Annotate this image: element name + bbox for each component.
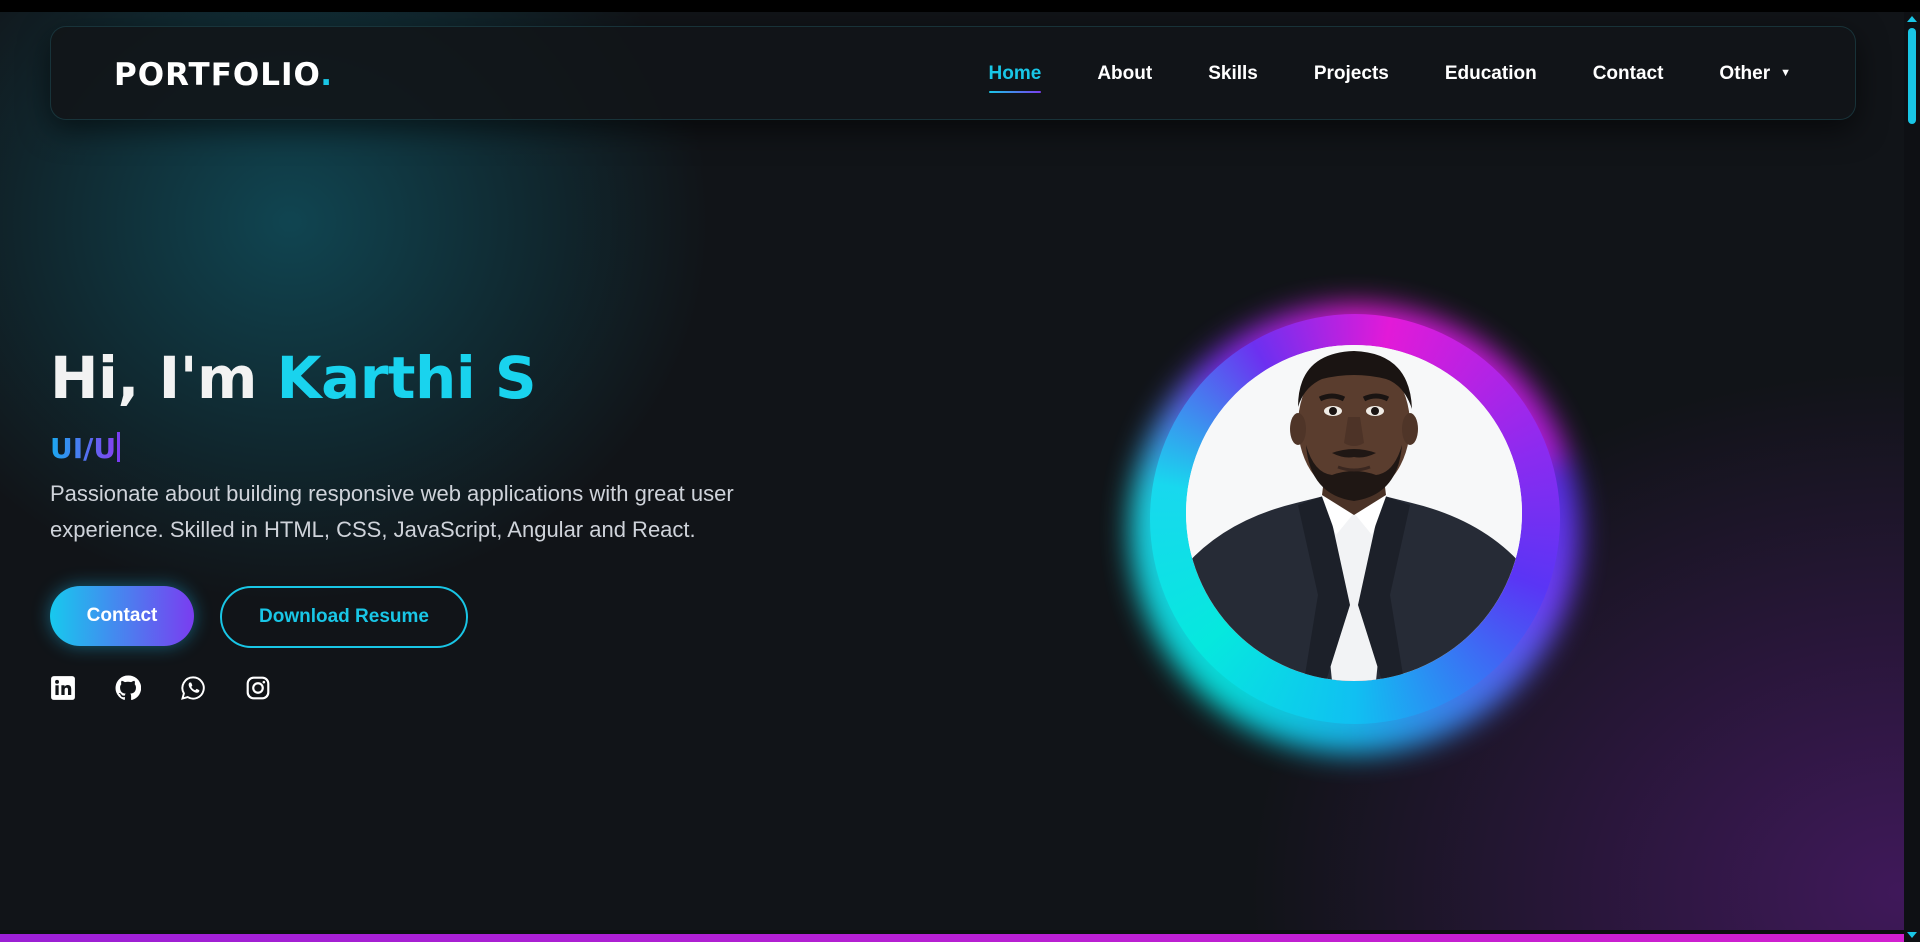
nav-skills-link[interactable]: Skills bbox=[1208, 63, 1258, 85]
instagram-icon[interactable] bbox=[245, 675, 271, 701]
profile-photo-illustration bbox=[1186, 345, 1522, 681]
nav-about-link[interactable]: About bbox=[1097, 63, 1152, 85]
nav-links: Home About Skills Projects Education Con… bbox=[988, 27, 1791, 121]
hero-title: Hi, I'm Karthi S bbox=[50, 344, 537, 412]
typed-role: UI/U bbox=[50, 432, 121, 465]
page-background: PORTFOLIO. Home About Skills Projects Ed… bbox=[0, 12, 1904, 934]
bottom-gradient-strip bbox=[0, 934, 1904, 942]
hero-greeting: Hi, I'm bbox=[50, 344, 277, 412]
scrollbar-thumb[interactable] bbox=[1908, 28, 1916, 124]
scroll-down-arrow-icon[interactable] bbox=[1907, 932, 1917, 938]
nav-other-dropdown[interactable]: Other ▼ bbox=[1719, 63, 1791, 85]
logo-dot: . bbox=[320, 57, 333, 93]
nav-education-link[interactable]: Education bbox=[1445, 63, 1537, 85]
typing-cursor bbox=[117, 432, 121, 462]
nav-home-link[interactable]: Home bbox=[988, 63, 1041, 93]
nav-other-label: Other bbox=[1719, 63, 1771, 84]
whatsapp-icon[interactable] bbox=[180, 675, 206, 701]
logo[interactable]: PORTFOLIO. bbox=[114, 57, 333, 93]
hero-name: Karthi S bbox=[276, 344, 537, 412]
navbar: PORTFOLIO. Home About Skills Projects Ed… bbox=[50, 26, 1856, 120]
nav-contact-link[interactable]: Contact bbox=[1593, 63, 1664, 85]
contact-button[interactable]: Contact bbox=[50, 586, 194, 646]
scroll-up-arrow-icon[interactable] bbox=[1907, 16, 1917, 22]
page-scrollbar[interactable] bbox=[1904, 12, 1920, 942]
caret-down-icon: ▼ bbox=[1780, 67, 1791, 79]
logo-text: PORTFOLIO bbox=[114, 57, 321, 93]
profile-photo bbox=[1186, 345, 1522, 681]
linkedin-icon[interactable] bbox=[50, 675, 76, 701]
hero-description: Passionate about building responsive web… bbox=[50, 481, 734, 542]
download-resume-button[interactable]: Download Resume bbox=[220, 586, 468, 648]
social-links bbox=[50, 675, 271, 701]
nav-projects-link[interactable]: Projects bbox=[1314, 63, 1389, 85]
typed-role-text: UI/U bbox=[50, 432, 117, 465]
github-icon[interactable] bbox=[115, 675, 141, 701]
